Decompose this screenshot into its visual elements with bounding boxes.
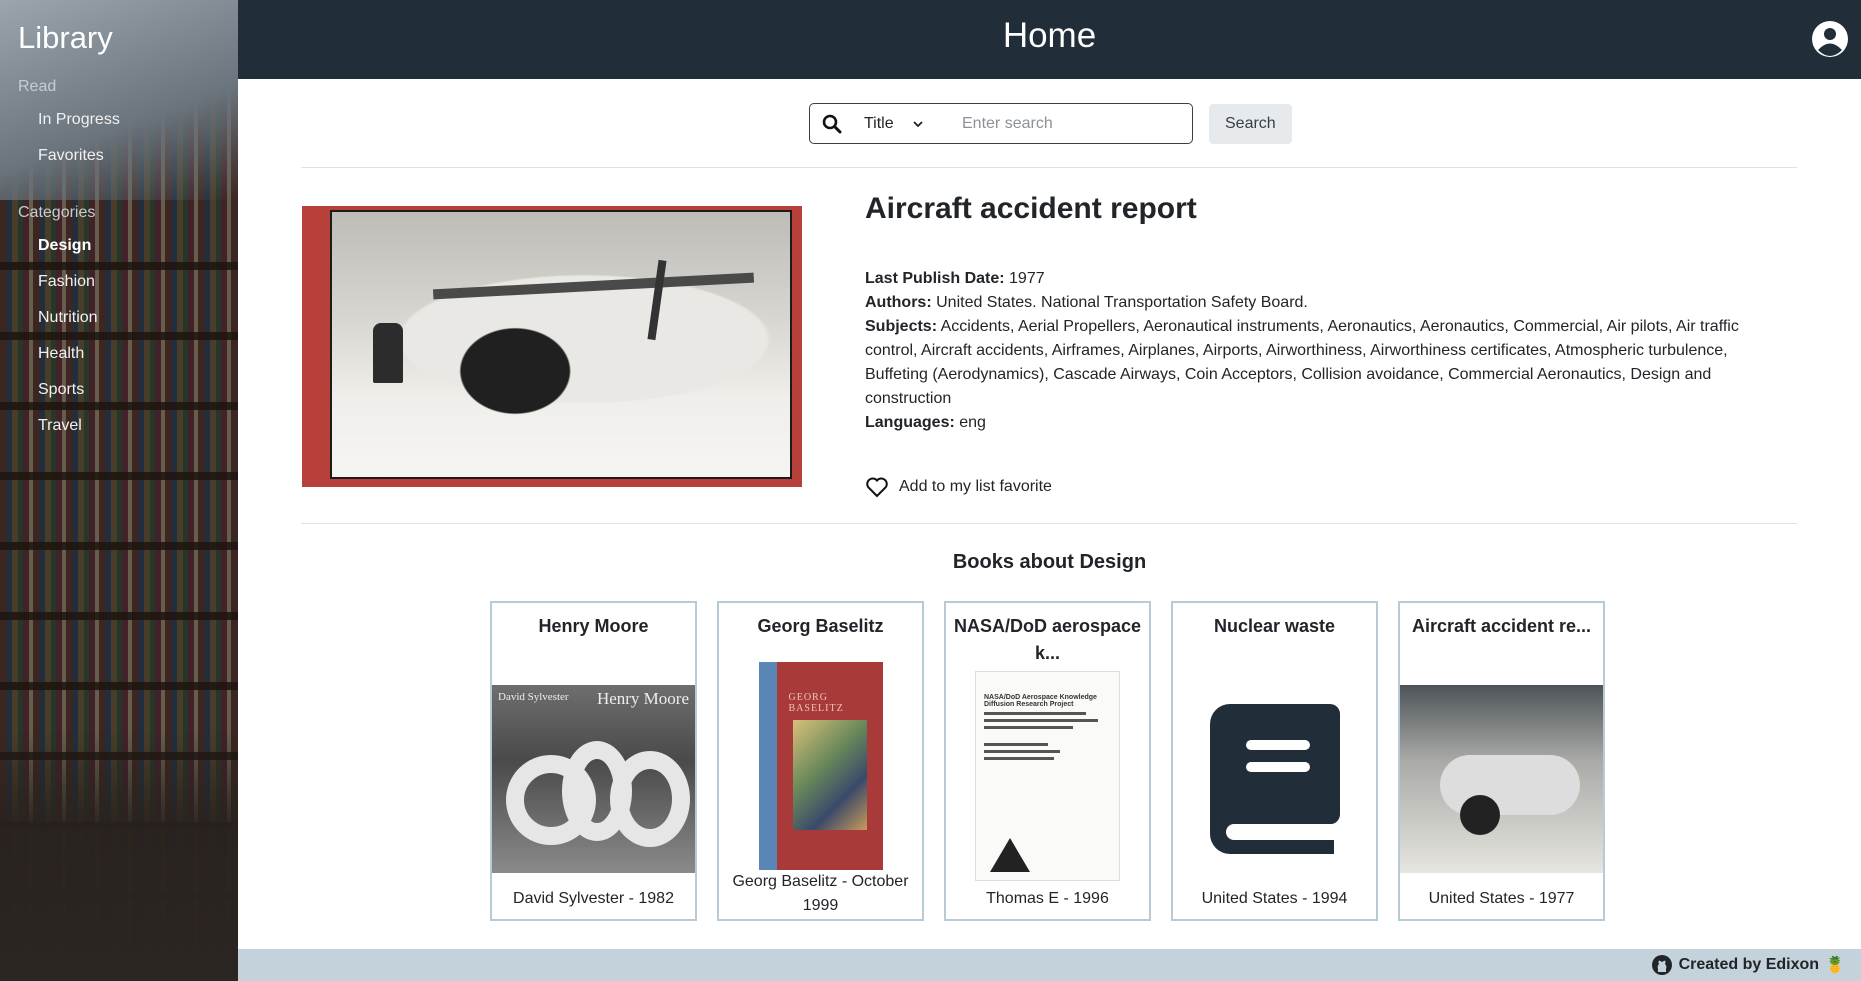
github-icon[interactable] bbox=[1651, 954, 1673, 976]
user-circle-icon[interactable] bbox=[1811, 20, 1849, 58]
heart-icon bbox=[866, 477, 888, 498]
sidebar-item-in-progress[interactable]: In Progress bbox=[18, 102, 238, 138]
sidebar-item-favorites[interactable]: Favorites bbox=[18, 138, 238, 174]
book-card-subtitle: Georg Baselitz - October 1999 bbox=[732, 873, 909, 915]
divider bbox=[301, 167, 1797, 168]
book-languages: Languages: eng bbox=[865, 414, 986, 431]
book-card-subtitle: United States - 1994 bbox=[1201, 890, 1348, 907]
footer-credit-link[interactable]: Created by Edixon bbox=[1679, 956, 1819, 974]
sidebar-item-nutrition[interactable]: Nutrition bbox=[18, 300, 238, 336]
chevron-down-icon bbox=[913, 120, 923, 127]
add-favorite-label: Add to my list favorite bbox=[899, 478, 1052, 495]
book-card[interactable]: Nuclear waste United States - 1994 bbox=[1171, 601, 1378, 921]
search-field-selected: Title bbox=[864, 114, 894, 132]
sidebar: Library Read In Progress Favorites Categ… bbox=[0, 0, 238, 981]
footer: Created by Edixon 🍍 bbox=[238, 949, 1861, 981]
book-publish-date: Last Publish Date: 1977 bbox=[865, 270, 1045, 287]
search-field-select[interactable]: Title bbox=[854, 115, 954, 133]
page-title: Home bbox=[1002, 16, 1097, 55]
book-card-title: Aircraft accident re... bbox=[1411, 616, 1592, 636]
search-box: Title bbox=[809, 103, 1193, 144]
book-card-subtitle: United States - 1977 bbox=[1428, 890, 1575, 907]
sidebar-item-fashion[interactable]: Fashion bbox=[18, 264, 238, 300]
sidebar-item-design[interactable]: Design bbox=[18, 228, 238, 264]
book-subjects: Subjects: Accidents, Aerial Propellers, … bbox=[865, 318, 1739, 407]
sidebar-heading-categories: Categories bbox=[18, 204, 96, 221]
book-authors: Authors: United States. National Transpo… bbox=[865, 294, 1308, 311]
book-card-cover: NASA/DoD Aerospace Knowledge Diffusion R… bbox=[975, 671, 1120, 881]
related-books-heading: Books about Design bbox=[952, 551, 1147, 573]
book-card-cover: GEORG BASELITZ bbox=[758, 662, 883, 871]
book-card[interactable]: NASA/DoD aerospace k... NASA/DoD Aerospa… bbox=[944, 601, 1151, 921]
book-icon bbox=[1209, 704, 1340, 854]
search-button[interactable]: Search bbox=[1209, 103, 1292, 144]
search-icon bbox=[810, 104, 854, 143]
book-cover-image bbox=[302, 206, 802, 487]
related-books-list: Henry Moore David Sylvester Henry Moore … bbox=[490, 601, 1605, 921]
book-card-title: Nuclear waste bbox=[1213, 616, 1336, 636]
divider bbox=[301, 523, 1797, 524]
top-bar: Home bbox=[238, 0, 1861, 79]
book-card-cover bbox=[1400, 685, 1603, 873]
book-card-title: Henry Moore bbox=[538, 616, 649, 636]
book-card[interactable]: Aircraft accident re... United States - … bbox=[1398, 601, 1605, 921]
book-card-title: NASA/DoD aerospace k... bbox=[953, 616, 1142, 663]
pineapple-icon: 🍍 bbox=[1825, 957, 1845, 974]
book-card-title: Georg Baselitz bbox=[757, 616, 884, 636]
book-details: Aircraft accident report Last Publish Da… bbox=[865, 191, 1765, 435]
book-card[interactable]: Georg Baselitz GEORG BASELITZ Georg Base… bbox=[717, 601, 924, 921]
main-content: Title Search Aircraft accident report La… bbox=[238, 79, 1861, 949]
sidebar-item-travel[interactable]: Travel bbox=[18, 408, 238, 444]
book-card-subtitle: David Sylvester - 1982 bbox=[513, 890, 674, 907]
sidebar-heading-read: Read bbox=[18, 78, 57, 95]
sidebar-item-health[interactable]: Health bbox=[18, 336, 238, 372]
book-card-subtitle: Thomas E - 1996 bbox=[986, 890, 1109, 907]
brand-link[interactable]: Library bbox=[18, 18, 238, 58]
add-favorite-button[interactable]: Add to my list favorite bbox=[865, 475, 1052, 499]
search-input[interactable] bbox=[954, 105, 1192, 142]
sidebar-item-sports[interactable]: Sports bbox=[18, 372, 238, 408]
search-bar: Title Search bbox=[809, 103, 1292, 144]
book-card-cover: David Sylvester Henry Moore bbox=[492, 685, 695, 873]
book-card[interactable]: Henry Moore David Sylvester Henry Moore … bbox=[490, 601, 697, 921]
book-title: Aircraft accident report bbox=[865, 192, 1197, 225]
sidebar-floor-background bbox=[0, 731, 238, 981]
